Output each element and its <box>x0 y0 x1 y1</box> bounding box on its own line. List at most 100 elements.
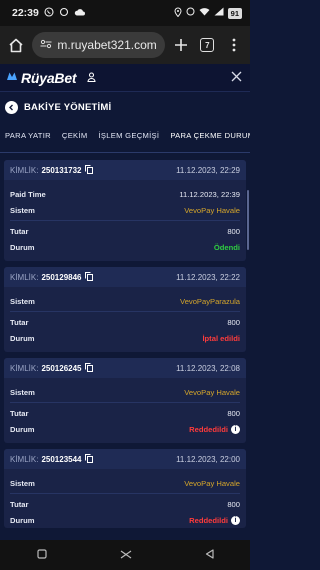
status-value: Ödendi <box>213 242 240 252</box>
copy-icon[interactable] <box>84 362 93 374</box>
id-label: KİMLİK: <box>10 454 39 464</box>
status-label: Durum <box>10 424 35 434</box>
transaction-card: KİMLİK: 250126245 11.12.2023, 22:08 Sist… <box>4 358 246 443</box>
tab-switcher-button[interactable]: 7 <box>197 32 217 58</box>
id-label: KİMLİK: <box>10 363 39 373</box>
transaction-card: KİMLİK: 250123544 11.12.2023, 22:00 Sist… <box>4 449 246 528</box>
status-value: İptal edildi <box>202 333 240 343</box>
tab-withdraw[interactable]: ÇEKİM <box>62 131 88 140</box>
system-label: Sistem <box>10 296 35 306</box>
more-menu-icon[interactable] <box>224 32 244 58</box>
status-time: 22:39 <box>12 7 39 19</box>
system-row: Sistem VevoPay Havale <box>4 384 246 400</box>
amount-label: Tutar <box>10 499 29 509</box>
logo-mark-icon <box>6 69 18 87</box>
system-value: VevoPay Havale <box>184 478 240 488</box>
transaction-card: KİMLİK: 250131732 11.12.2023, 22:29 Paid… <box>4 160 246 261</box>
app-header: RüyaBet <box>0 64 250 92</box>
logo[interactable]: RüyaBet <box>6 69 96 87</box>
system-row: Sistem VevoPay Havale <box>4 475 246 491</box>
transaction-id: 250131732 <box>41 165 82 175</box>
back-nav-icon[interactable] <box>205 546 214 564</box>
page-title: BAKİYE YÖNETİMİ <box>24 101 112 113</box>
tab-withdrawal-status[interactable]: PARA ÇEKME DURUMU <box>170 131 250 140</box>
amount-value: 800 <box>227 226 240 236</box>
status-label: Durum <box>10 242 35 252</box>
signal-notification-icon <box>59 7 69 20</box>
system-value: VevoPayParazula <box>180 296 240 306</box>
cell-signal-icon <box>214 7 224 19</box>
site-settings-icon[interactable] <box>40 38 52 52</box>
amount-row: Tutar 800 <box>4 223 246 239</box>
copy-icon[interactable] <box>84 453 93 465</box>
status-value: Reddedildi <box>189 515 228 525</box>
info-icon[interactable]: i <box>231 424 240 434</box>
copy-icon[interactable] <box>84 164 93 176</box>
card-header: KİMLİK: 250123544 11.12.2023, 22:00 <box>4 449 246 469</box>
status-label: Durum <box>10 515 35 525</box>
paid-time-value: 11.12.2023, 22:39 <box>179 189 240 199</box>
wifi-icon <box>199 7 210 19</box>
transaction-date: 11.12.2023, 22:08 <box>176 363 240 373</box>
scrollbar[interactable] <box>247 190 249 250</box>
location-icon <box>174 7 182 20</box>
transaction-date: 11.12.2023, 22:29 <box>176 165 240 175</box>
id-label: KİMLİK: <box>10 272 39 282</box>
battery-level: 91 <box>227 7 242 19</box>
system-label: Sistem <box>10 205 35 215</box>
tabs: PARA YATIR ÇEKİM İŞLEM GEÇMİŞİ PARA ÇEKM… <box>0 124 250 146</box>
amount-row: Tutar 800 <box>4 496 246 512</box>
system-label: Sistem <box>10 387 35 397</box>
system-row: Sistem VevoPay Havale <box>4 202 246 218</box>
card-header: KİMLİK: 250129846 11.12.2023, 22:22 <box>4 267 246 287</box>
recent-apps-icon[interactable] <box>36 546 47 564</box>
id-label: KİMLİK: <box>10 165 39 175</box>
amount-label: Tutar <box>10 317 29 327</box>
transaction-id: 250129846 <box>41 272 82 282</box>
home-nav-icon[interactable] <box>120 546 132 564</box>
transaction-date: 11.12.2023, 22:00 <box>176 454 240 464</box>
status-row: Durum Reddedildi i <box>4 512 246 528</box>
system-label: Sistem <box>10 478 35 488</box>
system-value: VevoPay Havale <box>184 205 240 215</box>
info-icon[interactable]: i <box>231 515 240 525</box>
transaction-list: KİMLİK: 250131732 11.12.2023, 22:29 Paid… <box>0 153 250 528</box>
amount-label: Tutar <box>10 408 29 418</box>
transaction-card: KİMLİK: 250129846 11.12.2023, 22:22 Sist… <box>4 267 246 352</box>
system-row: Sistem VevoPayParazula <box>4 293 246 309</box>
amount-value: 800 <box>227 317 240 327</box>
tab-transaction-history[interactable]: İŞLEM GEÇMİŞİ <box>98 131 159 140</box>
system-nav-bar <box>0 540 250 570</box>
paid-time-row: Paid Time 11.12.2023, 22:39 <box>4 186 246 202</box>
amount-row: Tutar 800 <box>4 314 246 330</box>
amount-value: 800 <box>227 408 240 418</box>
paid-time-label: Paid Time <box>10 189 46 199</box>
transaction-id: 250126245 <box>41 363 82 373</box>
close-icon[interactable] <box>231 69 242 87</box>
back-icon[interactable] <box>5 100 18 114</box>
system-value: VevoPay Havale <box>184 387 240 397</box>
status-row: Durum Ödendi <box>4 239 246 255</box>
status-value: Reddedildi <box>189 424 228 434</box>
cloud-icon <box>74 8 85 19</box>
user-icon[interactable] <box>87 69 96 87</box>
url-text: m.ruyabet321.com <box>57 38 157 52</box>
tab-count: 7 <box>200 38 215 52</box>
page-title-row: BAKİYE YÖNETİMİ <box>0 94 250 120</box>
logo-text: RüyaBet <box>21 69 77 86</box>
amount-label: Tutar <box>10 226 29 236</box>
copy-icon[interactable] <box>84 271 93 283</box>
card-header: KİMLİK: 250131732 11.12.2023, 22:29 <box>4 160 246 180</box>
transaction-date: 11.12.2023, 22:22 <box>176 272 240 282</box>
status-row: Durum Reddedildi i <box>4 421 246 437</box>
card-header: KİMLİK: 250126245 11.12.2023, 22:08 <box>4 358 246 378</box>
tab-deposit[interactable]: PARA YATIR <box>5 131 51 140</box>
new-tab-icon[interactable] <box>171 32 191 58</box>
status-label: Durum <box>10 333 35 343</box>
whatsapp-icon <box>44 6 54 20</box>
status-bar: 22:39 91 <box>0 0 250 26</box>
alarm-icon <box>186 7 195 19</box>
status-row: Durum İptal edildi <box>4 330 246 346</box>
address-bar[interactable]: m.ruyabet321.com <box>32 32 165 58</box>
home-icon[interactable] <box>6 32 26 58</box>
